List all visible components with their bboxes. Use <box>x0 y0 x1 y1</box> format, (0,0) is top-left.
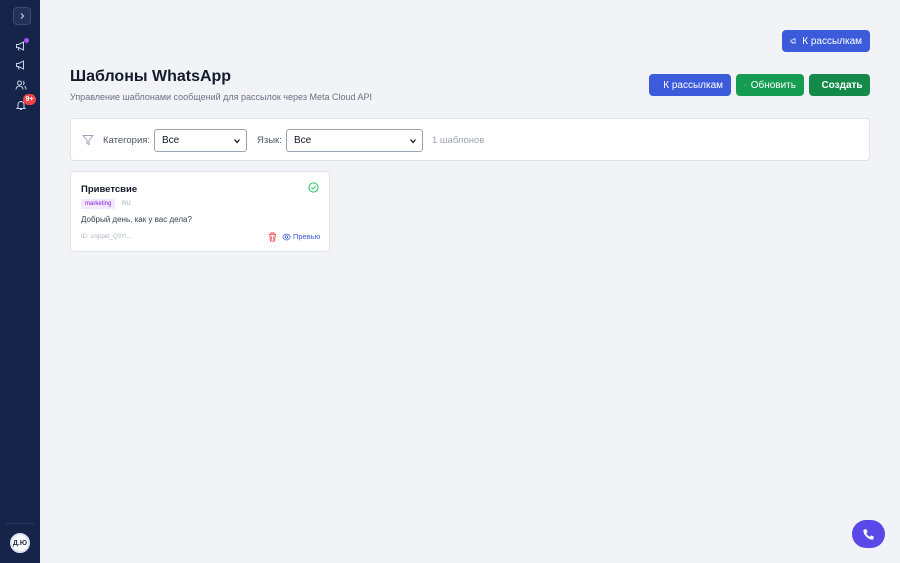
phone-icon <box>863 528 874 540</box>
template-id: ID: snippet_Q3Yt... <box>81 234 132 240</box>
category-label: Категория: <box>103 135 151 146</box>
top-campaigns-button-label: К рассылкам <box>802 35 862 47</box>
sidebar: 9+ Д.Ю <box>0 0 40 563</box>
chevron-down-icon <box>234 139 240 144</box>
sidebar-item-users[interactable] <box>14 78 28 92</box>
filter-icon <box>82 135 94 146</box>
avatar[interactable]: Д.Ю <box>10 533 30 553</box>
check-circle-icon <box>308 182 319 193</box>
templates-count: 1 шаблонов <box>432 135 485 146</box>
top-campaigns-button[interactable]: К рассылкам <box>782 30 870 52</box>
back-to-campaigns-label: К рассылкам <box>663 79 723 91</box>
refresh-button-label: Обновить <box>750 79 796 91</box>
notifications-badge: 9+ <box>23 94 36 105</box>
category-select-value: Все <box>162 135 180 146</box>
language-select-value: Все <box>294 135 312 146</box>
sidebar-divider <box>6 523 34 524</box>
category-tag: marketing <box>81 199 116 209</box>
preview-button[interactable]: Превью <box>282 232 320 241</box>
preview-button-label: Превью <box>293 232 321 241</box>
refresh-icon <box>744 84 746 86</box>
category-select[interactable]: Все <box>154 129 247 152</box>
eye-icon <box>282 233 291 240</box>
page-title: Шаблоны WhatsApp <box>70 68 232 85</box>
call-button[interactable] <box>852 520 885 548</box>
language-code: RU <box>122 201 131 207</box>
trash-icon[interactable] <box>268 232 277 242</box>
sidebar-item-campaigns[interactable] <box>14 38 29 53</box>
create-button[interactable]: Создать <box>809 74 870 96</box>
back-to-campaigns-button[interactable]: К рассылкам <box>649 74 731 96</box>
chevron-right-icon <box>20 13 25 19</box>
language-select[interactable]: Все <box>286 129 423 152</box>
template-body: Добрый день, как у вас дела? <box>81 215 192 224</box>
chevron-down-icon <box>410 139 416 144</box>
template-card[interactable]: Приветсвие marketing RU Добрый день, как… <box>70 171 330 252</box>
new-indicator-dot <box>24 38 29 43</box>
language-label: Язык: <box>257 135 282 146</box>
megaphone-icon <box>16 60 24 70</box>
template-name: Приветсвие <box>81 184 138 195</box>
sidebar-toggle-button[interactable] <box>13 7 31 25</box>
megaphone-icon <box>790 38 796 44</box>
users-icon <box>15 80 27 90</box>
filter-bar: Категория: Все Язык: Все 1 шаблонов <box>70 118 870 161</box>
create-button-label: Создать <box>821 79 863 91</box>
sidebar-item-notifications[interactable]: 9+ <box>14 94 36 112</box>
sidebar-item-broadcasts[interactable] <box>14 58 28 72</box>
megaphone-icon <box>657 84 658 86</box>
page-subtitle: Управление шаблонами сообщений для рассы… <box>70 92 372 102</box>
refresh-button[interactable]: Обновить <box>736 74 804 96</box>
